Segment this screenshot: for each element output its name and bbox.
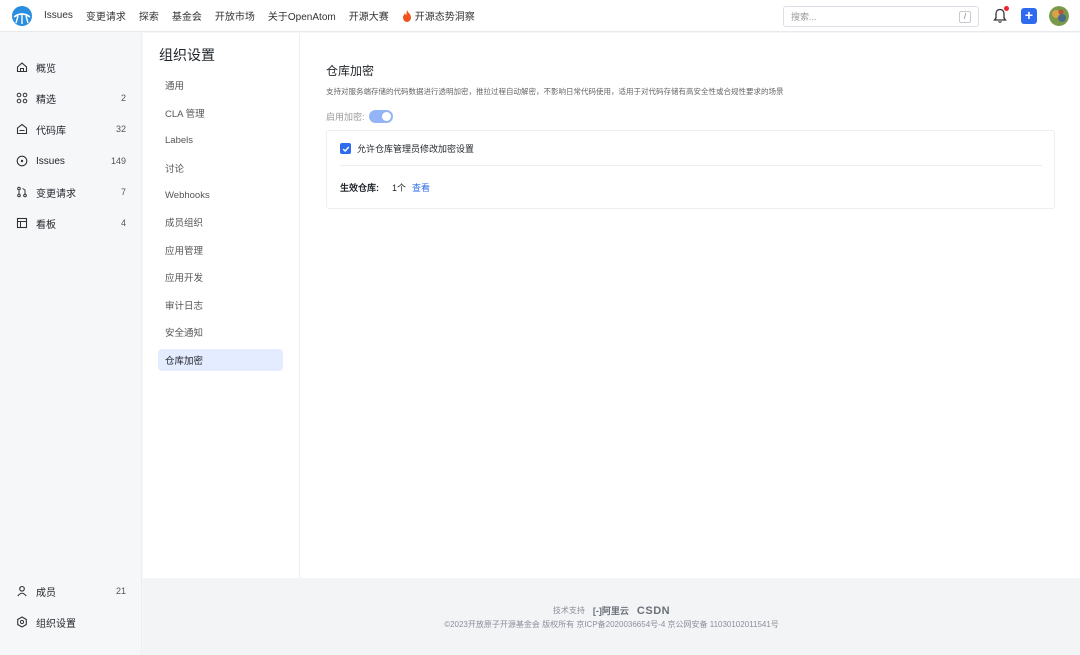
sidebar-item-label: 组织设置: [36, 618, 76, 630]
home-icon: [16, 61, 28, 73]
nav-issues[interactable]: Issues: [44, 10, 73, 21]
notification-dot: [1004, 6, 1009, 11]
nav-explore[interactable]: 探索: [139, 8, 159, 23]
fire-icon: [402, 9, 411, 22]
sidebar-item-count: 4: [120, 218, 126, 228]
sidebar-item-members[interactable]: 成员 21: [0, 579, 142, 603]
issue-icon: [16, 155, 28, 167]
nav-about[interactable]: 关于OpenAtom: [268, 8, 336, 23]
sidebar-item-count: 149: [110, 156, 126, 166]
settings-item-app-management[interactable]: 应用管理: [158, 239, 283, 261]
search-box[interactable]: /: [783, 6, 979, 27]
nav-insights-label: 开源态势洞察: [414, 12, 475, 23]
sidebar-item-featured[interactable]: 精选 2: [0, 86, 142, 110]
settings-item-app-development[interactable]: 应用开发: [158, 266, 283, 288]
sidebar-item-label: 精选: [36, 94, 56, 106]
sidebar-item-label: 成员: [36, 587, 56, 599]
sidebar-item-count: 21: [115, 586, 126, 596]
nav-pull-requests[interactable]: 变更请求: [86, 8, 126, 23]
aliyun-logo[interactable]: [-]阿里云: [593, 604, 629, 617]
sidebar-item-board[interactable]: 看板 4: [0, 211, 142, 235]
create-button[interactable]: +: [1021, 8, 1037, 24]
sidebar-item-label: Issues: [36, 155, 65, 167]
grid-icon: [16, 92, 28, 104]
sidebar-item-count: 32: [115, 124, 126, 134]
openatom-logo[interactable]: [12, 5, 32, 26]
settings-item-labels[interactable]: Labels: [158, 129, 283, 151]
settings-item-general[interactable]: 通用: [158, 74, 283, 96]
settings-item-repo-encryption[interactable]: 仓库加密: [158, 349, 283, 371]
enable-encryption-label: 启用加密:: [326, 112, 365, 122]
footer: 技术支持 [-]阿里云 CSDN ©2023开放原子开源基金会 版权所有 京IC…: [143, 578, 1080, 655]
encryption-settings-card: 允许仓库管理员修改加密设置 生效仓库: 1个 查看: [326, 130, 1055, 209]
sidebar-item-overview[interactable]: 概览: [0, 55, 142, 79]
left-sidebar: 概览 精选 2 代码库 32 Issues 149 变更请求 7 看板 4 成员…: [0, 33, 142, 655]
nav-competition[interactable]: 开源大赛: [349, 8, 389, 23]
toggle-knob: [381, 112, 391, 121]
repo-icon: [16, 123, 28, 135]
user-icon: [16, 585, 28, 597]
sidebar-item-label: 看板: [36, 219, 56, 231]
sidebar-item-count: 7: [120, 187, 126, 197]
tech-support-label: 技术支持: [552, 606, 585, 615]
settings-item-security-notice[interactable]: 安全通知: [158, 321, 283, 343]
page-title: 仓库加密: [326, 64, 375, 78]
sidebar-item-repositories[interactable]: 代码库 32: [0, 117, 142, 141]
sidebar-item-label: 变更请求: [36, 188, 76, 200]
nav-foundation[interactable]: 基金会: [172, 8, 202, 23]
nav-insights[interactable]: 开源态势洞察: [402, 8, 475, 23]
settings-item-audit-log[interactable]: 审计日志: [158, 294, 283, 316]
sidebar-item-label: 代码库: [36, 125, 66, 137]
enable-encryption-row: 启用加密:: [326, 110, 393, 123]
allow-admin-row: 允许仓库管理员修改加密设置: [340, 142, 474, 155]
settings-title: 组织设置: [159, 47, 215, 63]
footer-copyright: ©2023开放原子开源基金会 版权所有 京ICP备2020036654号-4 京…: [444, 620, 779, 629]
sidebar-item-org-settings[interactable]: 组织设置: [0, 610, 142, 634]
page-description: 支持对服务端存储的代码数据进行透明加密，推拉过程自动解密，不影响日常代码使用，适…: [326, 87, 784, 96]
avatar[interactable]: [1049, 6, 1069, 26]
effective-repos-row: 生效仓库: 1个 查看: [340, 181, 430, 194]
footer-support-row: 技术支持 [-]阿里云 CSDN: [143, 604, 1080, 617]
effective-repos-count: 1个: [392, 183, 407, 193]
search-input[interactable]: [791, 11, 951, 22]
settings-item-webhooks[interactable]: Webhooks: [158, 184, 283, 206]
nav-open-market[interactable]: 开放市场: [215, 8, 255, 23]
settings-item-cla[interactable]: CLA 管理: [158, 102, 283, 124]
pull-request-icon: [16, 186, 28, 198]
main-nav: Issues 变更请求 探索 基金会 开放市场 关于OpenAtom 开源大赛 …: [44, 0, 488, 32]
effective-repos-label: 生效仓库:: [340, 183, 379, 193]
allow-admin-label: 允许仓库管理员修改加密设置: [357, 144, 475, 154]
board-icon: [16, 217, 28, 229]
settings-item-member-org[interactable]: 成员组织: [158, 211, 283, 233]
csdn-logo[interactable]: CSDN: [637, 605, 670, 617]
aliyun-logo-text: 阿里云: [601, 606, 629, 616]
card-divider: [340, 165, 1042, 166]
sidebar-item-label: 概览: [36, 63, 56, 75]
check-icon: [342, 146, 349, 152]
top-bar: Issues 变更请求 探索 基金会 开放市场 关于OpenAtom 开源大赛 …: [0, 0, 1080, 32]
search-shortcut-key: /: [959, 11, 971, 23]
view-repos-link[interactable]: 查看: [412, 181, 430, 194]
settings-item-discussions[interactable]: 讨论: [158, 157, 283, 179]
sidebar-item-count: 2: [120, 93, 126, 103]
settings-icon: [16, 616, 28, 628]
sidebar-item-issues[interactable]: Issues 149: [0, 149, 142, 173]
allow-admin-checkbox[interactable]: [340, 143, 351, 154]
enable-encryption-toggle[interactable]: [368, 110, 393, 123]
sidebar-item-pull-requests[interactable]: 变更请求 7: [0, 180, 142, 204]
main-content: 仓库加密 支持对服务端存储的代码数据进行透明加密，推拉过程自动解密，不影响日常代…: [300, 33, 1080, 578]
settings-nav: 组织设置 通用 CLA 管理 Labels 讨论 Webhooks 成员组织 应…: [143, 33, 300, 578]
